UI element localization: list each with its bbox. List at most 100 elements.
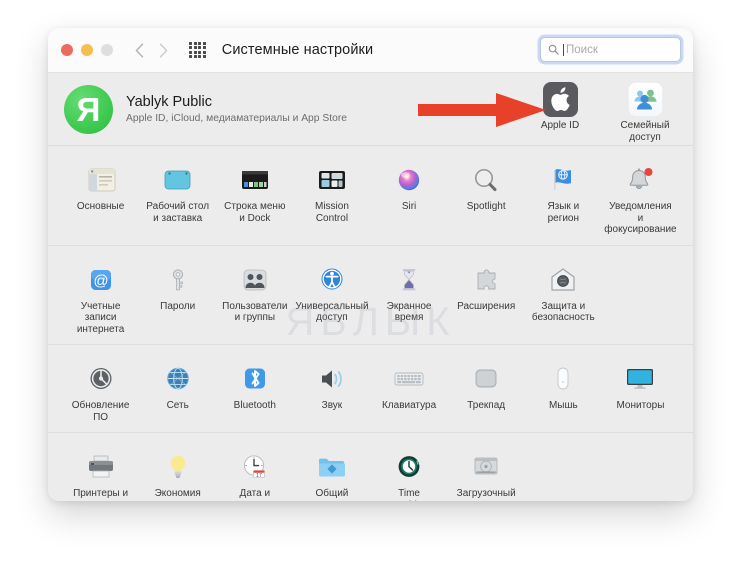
pref-accessibility[interactable]: Универсальный доступ [293, 256, 370, 336]
screen-time-hourglass-icon [371, 258, 448, 297]
pref-label: Универсальный доступ [295, 300, 369, 324]
pref-label: Apple ID [540, 120, 580, 131]
mission-control-icon [293, 158, 370, 197]
pref-label: Экранное время [386, 300, 432, 324]
pref-software-update[interactable]: Обновление ПО [62, 355, 139, 423]
passwords-key-icon [139, 258, 216, 297]
pref-label: Уведомления и фокусирование [604, 201, 677, 235]
sound-speaker-icon [293, 357, 370, 396]
show-all-grid-icon[interactable] [189, 41, 206, 59]
network-globe-icon [139, 357, 216, 396]
pref-label: Bluetooth [233, 400, 276, 411]
printers-scanners-icon [62, 445, 139, 484]
pref-label: Семейный доступ [620, 120, 670, 143]
pref-label: Учетные записи интернета [76, 300, 125, 335]
pref-empty-slot [602, 443, 679, 501]
date-time-clock-icon: 17 [216, 445, 293, 484]
pref-mission-control[interactable]: Mission Control [293, 156, 370, 236]
pref-row: Основные Рабочий стол и заставка Строка … [62, 156, 679, 236]
pref-label: Сеть [166, 400, 189, 411]
zoom-button[interactable] [101, 44, 113, 56]
svg-text:@: @ [93, 272, 108, 289]
pref-date-time[interactable]: 17 Дата и время [216, 443, 293, 501]
pref-keyboard[interactable]: Клавиатура [371, 355, 448, 423]
pref-label: Клавиатура [381, 400, 437, 411]
pref-energy-saver[interactable]: Экономия энергии [139, 443, 216, 501]
pref-label: Рабочий стол и заставка [146, 201, 210, 224]
internet-accounts-icon: @ [62, 258, 139, 297]
page-title: Системные настройки [221, 42, 374, 58]
search-field[interactable]: Поиск [540, 37, 681, 62]
pref-trackpad[interactable]: Трекпад [448, 355, 525, 423]
startup-disk-icon [448, 445, 525, 484]
pref-displays[interactable]: Мониторы [602, 355, 679, 423]
window-titlebar: Системные настройки Поиск [48, 28, 693, 73]
pref-startup-disk[interactable]: Загрузочный диск [448, 443, 525, 501]
pref-label: Siri [401, 201, 417, 212]
section-accounts: @ Учетные записи интернета Пароли Пользо… [48, 246, 693, 345]
back-button[interactable] [135, 42, 144, 58]
extensions-puzzle-icon [448, 258, 525, 297]
pref-passwords[interactable]: Пароли [139, 256, 216, 336]
pref-family-sharing[interactable]: Семейный доступ [611, 81, 679, 144]
pref-printers-scanners[interactable]: Принтеры и сканеры [62, 443, 139, 501]
apple-id-account-row[interactable]: Я Yablyk Public Apple ID, iCloud, медиам… [48, 73, 693, 146]
pref-sharing[interactable]: Общий доступ [293, 443, 370, 501]
notifications-icon [602, 158, 679, 197]
section-personal: Основные Рабочий стол и заставка Строка … [48, 146, 693, 246]
pref-label: Пароли [160, 300, 196, 312]
navigation-arrows [135, 42, 168, 58]
text-caret [563, 43, 564, 56]
pref-network[interactable]: Сеть [139, 355, 216, 423]
software-update-icon [62, 357, 139, 396]
system-preferences-window: Системные настройки Поиск Я Yablyk Publi… [48, 28, 693, 501]
pref-menubar-dock[interactable]: Строка меню и Dock [216, 156, 293, 236]
pref-desktop-screensaver[interactable]: Рабочий стол и заставка [139, 156, 216, 236]
pref-label: Загрузочный диск [456, 488, 516, 501]
general-icon [62, 158, 139, 197]
pref-extensions[interactable]: Расширения [448, 256, 525, 336]
close-button[interactable] [61, 44, 73, 56]
pref-label: Мышь [548, 400, 578, 411]
pref-time-machine[interactable]: Time Machine [371, 443, 448, 501]
apple-logo-icon [526, 81, 594, 117]
pref-label: Дата и время [239, 488, 271, 501]
account-text: Yablyk Public Apple ID, iCloud, медиамат… [126, 94, 347, 124]
pref-label: Time Machine [390, 488, 428, 501]
forward-button[interactable] [159, 42, 168, 58]
pref-screen-time[interactable]: Экранное время [371, 256, 448, 336]
pref-mouse[interactable]: Мышь [525, 355, 602, 423]
pref-notifications[interactable]: Уведомления и фокусирование [602, 156, 679, 236]
security-privacy-icon [525, 258, 602, 297]
pref-siri[interactable]: Siri [371, 156, 448, 236]
bluetooth-icon [216, 357, 293, 396]
pref-label: Звук [321, 400, 343, 411]
traffic-lights [61, 44, 113, 56]
search-placeholder: Поиск [566, 43, 598, 56]
energy-saver-bulb-icon [139, 445, 216, 484]
pref-sound[interactable]: Звук [293, 355, 370, 423]
screenshot-stage: Системные настройки Поиск Я Yablyk Publi… [0, 0, 740, 563]
account-tiles: Apple ID Семейный доступ [526, 81, 679, 144]
spotlight-icon [448, 158, 525, 197]
pref-security-privacy[interactable]: Защита и безопасность [525, 256, 602, 336]
pref-bluetooth[interactable]: Bluetooth [216, 355, 293, 423]
pref-internet-accounts[interactable]: @ Учетные записи интернета [62, 256, 139, 336]
pref-label: Язык и регион [547, 201, 580, 224]
displays-icon [602, 357, 679, 396]
menubar-dock-icon [216, 158, 293, 197]
pref-general[interactable]: Основные [62, 156, 139, 236]
pref-label: Принтеры и сканеры [73, 488, 129, 501]
minimize-button[interactable] [81, 44, 93, 56]
avatar[interactable]: Я [64, 84, 113, 134]
pref-language-region[interactable]: Язык и регион [525, 156, 602, 236]
section-system: Принтеры и сканеры Эконо [48, 433, 693, 501]
pref-spotlight[interactable]: Spotlight [448, 156, 525, 236]
pref-users-groups[interactable]: Пользователи и группы [216, 256, 293, 336]
account-name: Yablyk Public [126, 94, 212, 110]
section-hardware: Обновление ПО Сеть Bluetooth Звук Клавиа… [48, 345, 693, 433]
pref-label: Mission Control [314, 201, 349, 224]
pref-apple-id[interactable]: Apple ID [526, 81, 594, 144]
svg-text:17: 17 [256, 473, 262, 479]
pref-label: Экономия энергии [154, 488, 201, 501]
